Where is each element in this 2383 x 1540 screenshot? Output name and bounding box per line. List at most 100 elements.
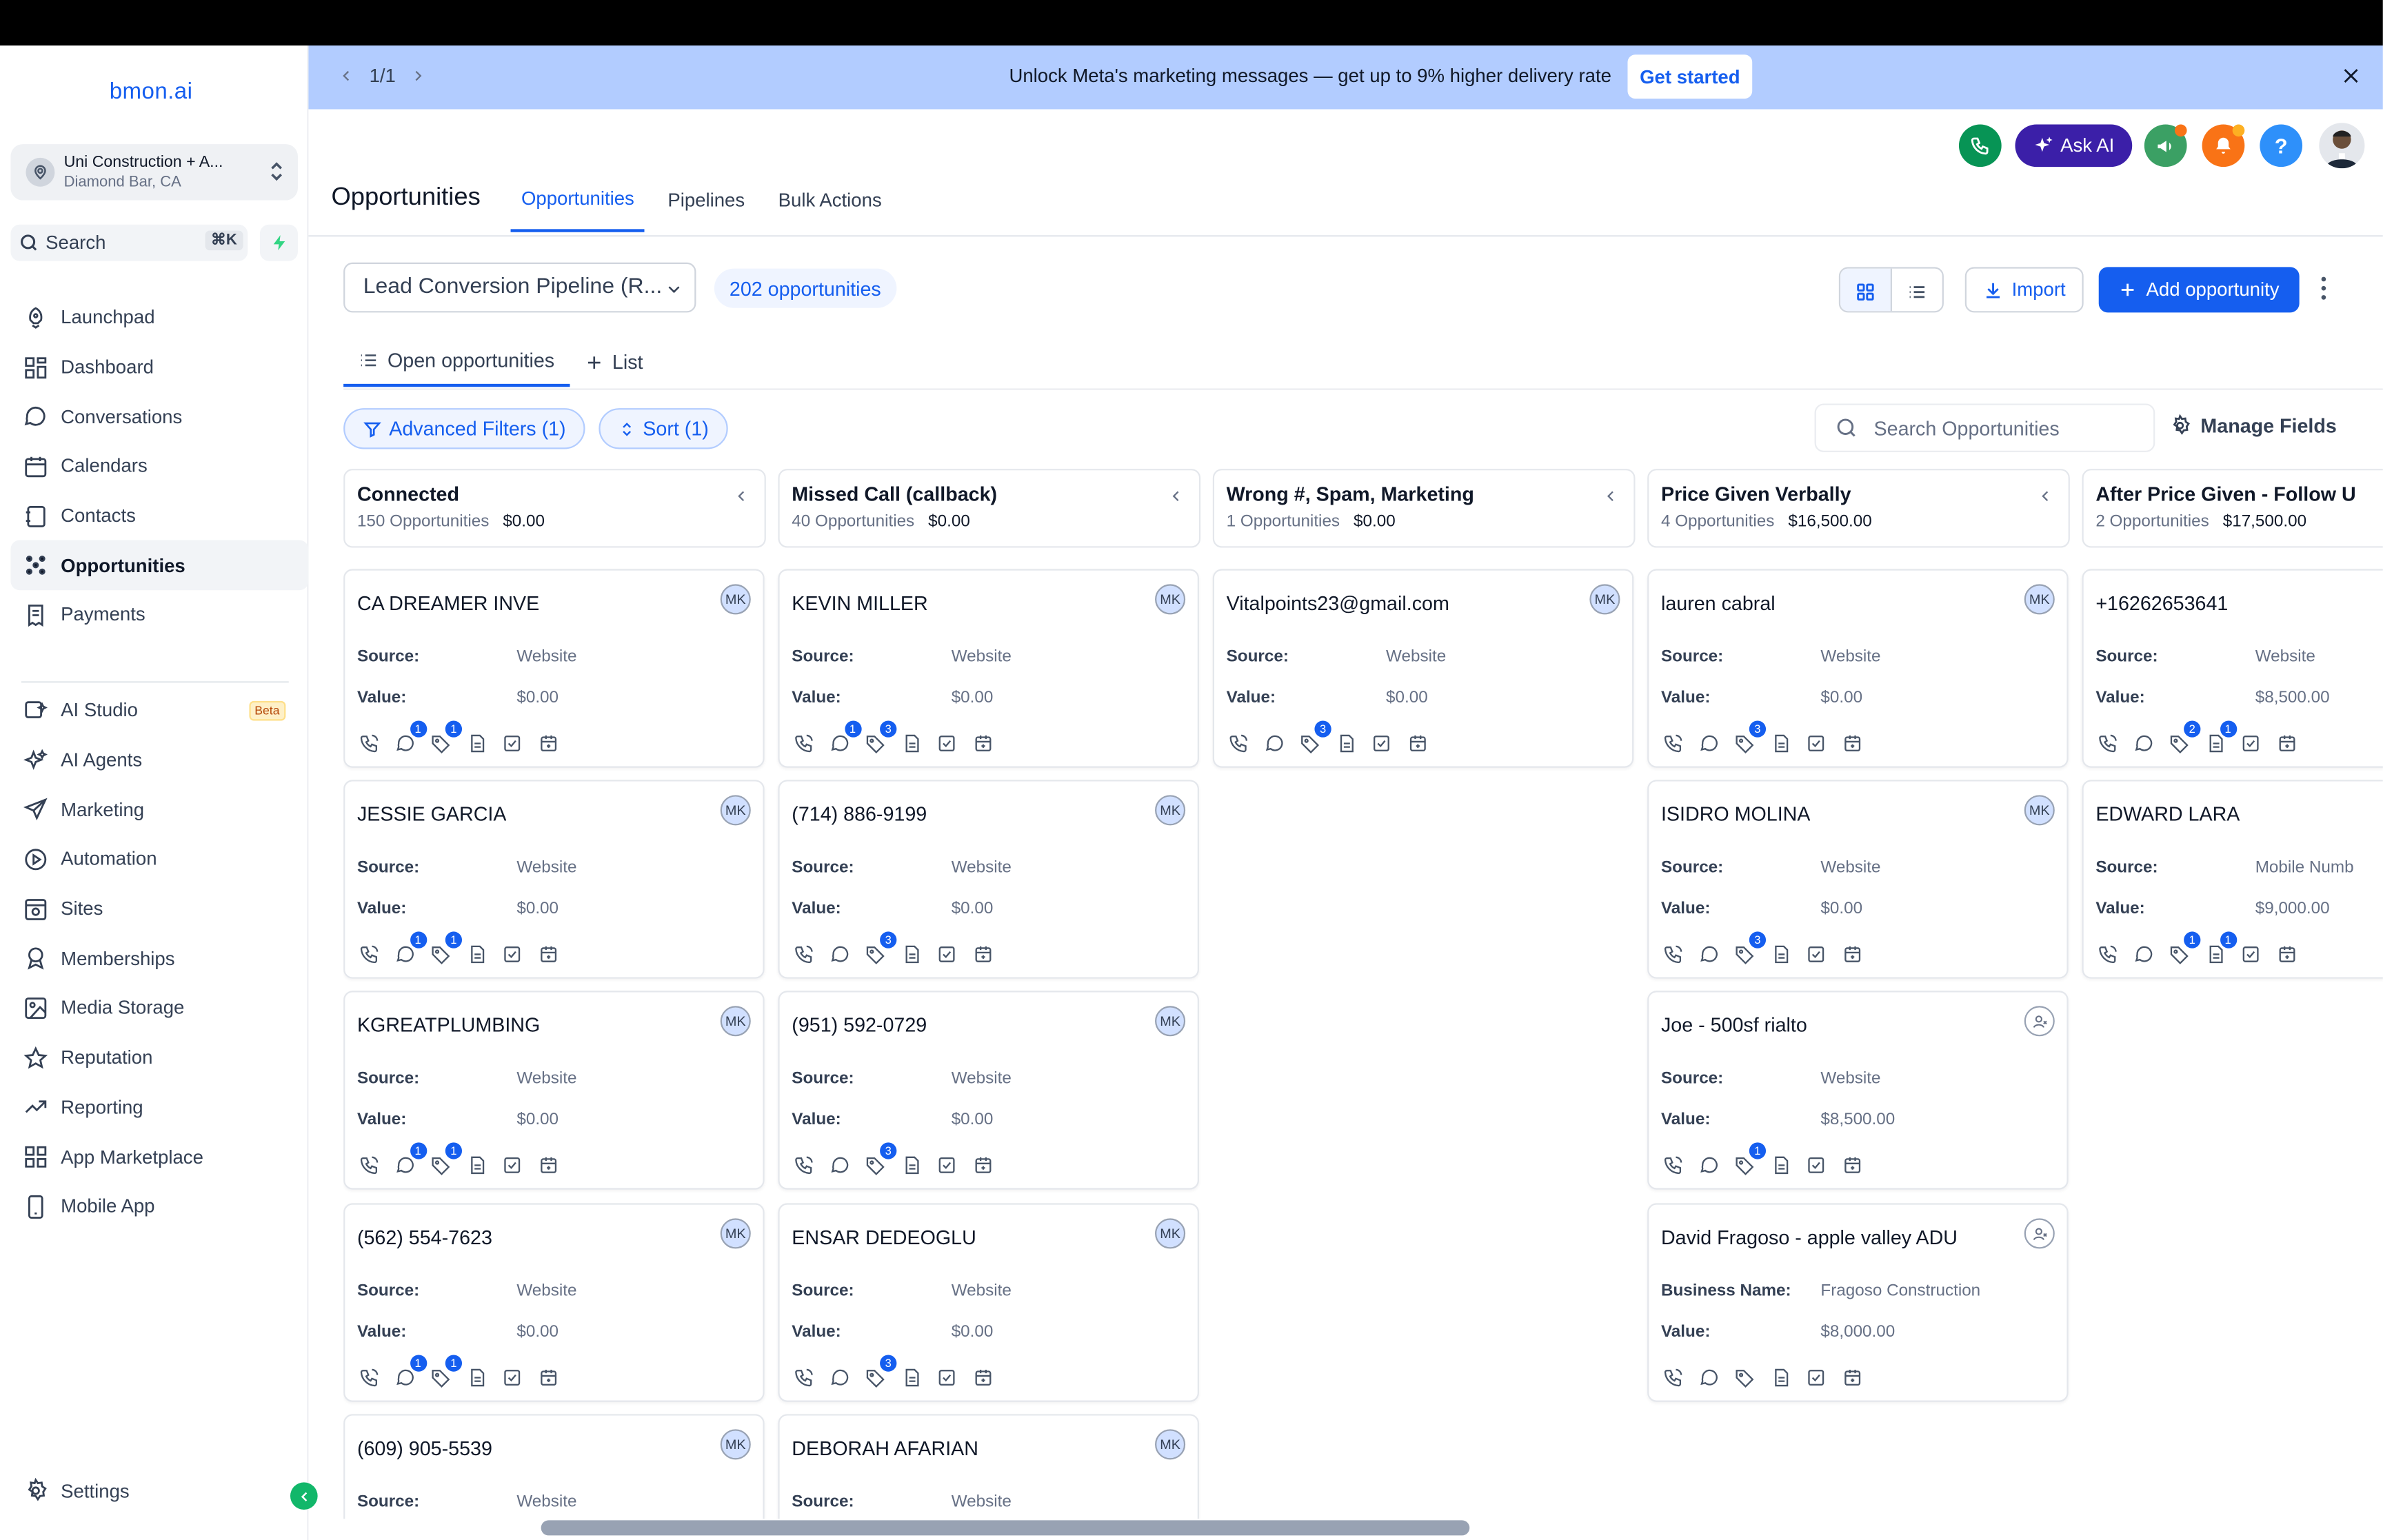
assignee-avatar[interactable]: MK [720,795,751,826]
opportunity-card[interactable]: ENSAR DEDEOGLU MK Source: Website Value: $0.0… [778,1203,1199,1402]
sort-button[interactable]: Sort (1) [599,408,729,449]
collapse-stage-icon[interactable] [2038,487,2053,505]
pipeline-select[interactable]: Lead Conversion Pipeline (R... [343,262,696,313]
help-button[interactable]: ? [2260,124,2303,168]
assignee-avatar[interactable]: MK [2024,584,2055,615]
sidebar-item-memberships[interactable]: Memberships [10,934,308,984]
phone-action[interactable] [1661,731,1685,756]
phone-action[interactable] [1661,1366,1685,1390]
assignee-avatar[interactable]: MK [720,584,751,615]
tag-action[interactable]: 1 [429,1142,463,1177]
chat-action[interactable]: 1 [393,720,427,756]
search-opportunities-input[interactable]: Search Opportunities [1814,403,2155,452]
doc-action[interactable]: 1 [2203,720,2237,756]
sidebar-item-dashboard[interactable]: Dashboard [10,343,308,392]
check-action[interactable] [934,942,958,966]
assignee-avatar[interactable]: MK [1155,1218,1186,1249]
cal-action[interactable] [970,1366,994,1390]
chat-action[interactable] [1697,1153,1721,1177]
sidebar-item-marketing[interactable]: Marketing [10,785,308,835]
opportunity-card[interactable]: (562) 554-7623 MK Source: Website Value: $0.0… [343,1203,765,1402]
opportunity-card[interactable]: KEVIN MILLER MK Source: Website Value: $0.00 1… [778,569,1199,768]
advanced-filters-button[interactable]: Advanced Filters (1) [343,408,586,449]
tag-action[interactable]: 1 [1733,1142,1767,1177]
chat-action[interactable]: 1 [827,720,861,756]
sidebar-item-mobile-app[interactable]: Mobile App [10,1182,308,1231]
sidebar-item-conversations[interactable]: Conversations [10,392,308,442]
assignee-avatar[interactable]: MK [720,1218,751,1249]
phone-action[interactable] [792,1366,816,1390]
quick-actions-button[interactable] [259,224,298,261]
sidebar-item-media-storage[interactable]: Media Storage [10,984,308,1033]
opportunity-card[interactable]: KGREATPLUMBING MK Source: Website Value: $0.0… [343,991,765,1190]
sidebar-item-opportunities[interactable]: Opportunities [10,540,309,591]
cal-action[interactable] [536,1366,560,1390]
chat-action[interactable]: 1 [393,931,427,966]
ask-ai-button[interactable]: Ask AI [2015,124,2133,168]
check-action[interactable] [934,1366,958,1390]
tag-action[interactable]: 1 [429,1355,463,1390]
cal-action[interactable] [970,731,994,756]
unassigned-avatar[interactable] [2024,1006,2055,1037]
user-avatar[interactable] [2319,123,2365,169]
assignee-avatar[interactable]: MK [1589,584,1620,615]
more-options-icon[interactable] [2315,274,2333,302]
sidebar-item-contacts[interactable]: Contacts [10,492,308,541]
tab-bulk-actions[interactable]: Bulk Actions [767,167,892,232]
phone-action[interactable] [357,942,381,966]
cal-action[interactable] [1840,1153,1864,1177]
opportunity-card[interactable]: Joe - 500sf rialto Source: Website Value: $8… [1647,991,2069,1190]
tag-action[interactable]: 1 [2167,931,2201,966]
tag-action[interactable]: 1 [429,931,463,966]
chevron-right-icon[interactable] [411,67,426,85]
opportunity-card[interactable]: (609) 905-5539MKSource:WebsiteValue: [343,1414,765,1519]
cal-action[interactable] [536,1153,560,1177]
assignee-avatar[interactable]: MK [1155,1006,1186,1037]
sidebar-item-sites[interactable]: Sites [10,884,308,934]
sidebar-item-ai-studio[interactable]: AI Studio Beta [10,686,308,736]
chat-action[interactable] [1697,1366,1721,1390]
check-action[interactable] [500,1366,524,1390]
check-action[interactable] [1804,1366,1828,1390]
assignee-avatar[interactable]: MK [1155,1429,1186,1460]
tab-opportunities[interactable]: Opportunities [510,167,645,232]
tab-open-opportunities[interactable]: Open opportunities [343,337,570,387]
phone-button[interactable] [1958,124,2002,168]
sidebar-item-app-marketplace[interactable]: App Marketplace [10,1132,308,1182]
cal-action[interactable] [2274,942,2298,966]
doc-action[interactable] [1768,942,1792,966]
opportunity-card[interactable]: Vitalpoints23@gmail.com MK Source: Website V… [1212,569,1634,768]
phone-action[interactable] [792,1153,816,1177]
tag-action[interactable]: 3 [863,1355,897,1390]
cal-action[interactable] [970,1153,994,1177]
phone-action[interactable] [2095,731,2120,756]
tag-action[interactable]: 3 [1733,931,1767,966]
doc-action[interactable] [1768,731,1792,756]
opportunity-card[interactable]: ISIDRO MOLINA MK Source: Website Value: $0.00… [1647,780,2069,979]
check-action[interactable] [1804,731,1828,756]
chevron-left-icon[interactable] [339,67,354,85]
check-action[interactable] [1804,1153,1828,1177]
opportunity-card[interactable]: JESSIE GARCIA MK Source: Website Value: $0.00… [343,780,765,979]
tag-action[interactable]: 3 [863,1142,897,1177]
check-action[interactable] [2238,731,2262,756]
phone-action[interactable] [2095,942,2120,966]
opportunity-card[interactable]: DEBORAH AFARIANMKSource:WebsiteValue: [778,1414,1199,1519]
cal-action[interactable] [536,731,560,756]
check-action[interactable] [1804,942,1828,966]
sidebar-item-reputation[interactable]: Reputation [10,1033,308,1082]
doc-action[interactable] [1768,1366,1792,1390]
doc-action[interactable] [1768,1153,1792,1177]
add-list-tab[interactable]: List [570,337,658,387]
board-view-button[interactable] [1840,268,1891,312]
phone-action[interactable] [357,1153,381,1177]
doc-action[interactable] [899,1153,923,1177]
unassigned-avatar[interactable] [2024,1218,2055,1249]
chat-action[interactable] [827,942,852,966]
doc-action[interactable] [899,1366,923,1390]
doc-action[interactable] [464,942,488,966]
chat-action[interactable] [1697,942,1721,966]
cal-action[interactable] [2274,731,2298,756]
cal-action[interactable] [536,942,560,966]
check-action[interactable] [500,731,524,756]
